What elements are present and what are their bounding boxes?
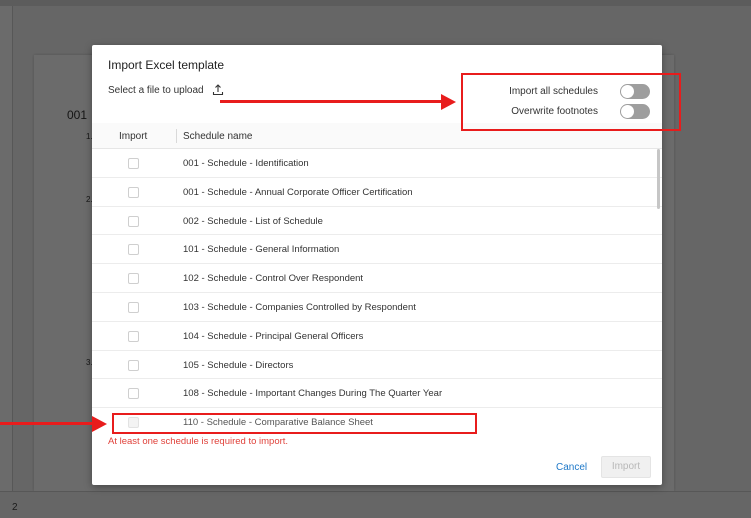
import-checkbox[interactable]: [128, 186, 139, 198]
import-checkbox[interactable]: [128, 388, 139, 400]
schedule-name: 104 - Schedule - Principal General Offic…: [183, 330, 364, 342]
modal-title: Import Excel template: [108, 58, 225, 72]
schedule-table-body[interactable]: 001 - Schedule - Identification 001 - Sc…: [92, 149, 662, 436]
table-row[interactable]: 101 - Schedule - General Information: [92, 235, 662, 265]
table-row[interactable]: 104 - Schedule - Principal General Offic…: [92, 322, 662, 351]
import-checkbox[interactable]: [128, 330, 139, 342]
import-checkbox[interactable]: [128, 215, 139, 227]
schedule-name: 001 - Schedule - Identification: [183, 158, 309, 169]
upload-label[interactable]: Select a file to upload: [108, 85, 204, 96]
import-checkbox[interactable]: [128, 301, 139, 313]
import-button[interactable]: Import: [601, 456, 651, 478]
column-header-import: Import: [119, 131, 148, 142]
import-checkbox[interactable]: [128, 158, 139, 169]
schedule-name: 101 - Schedule - General Information: [183, 244, 340, 256]
upload-icon[interactable]: [212, 84, 224, 96]
import-checkbox[interactable]: [128, 244, 139, 256]
table-row[interactable]: 108 - Schedule - Important Changes Durin…: [92, 379, 662, 409]
schedule-name: 108 - Schedule - Important Changes Durin…: [183, 388, 443, 400]
table-row[interactable]: 105 - Schedule - Directors: [92, 351, 662, 380]
schedule-name: 105 - Schedule - Directors: [183, 359, 294, 371]
table-row[interactable]: 001 - Schedule - Annual Corporate Office…: [92, 178, 662, 207]
annotation-arrow-line: [220, 100, 442, 103]
table-row[interactable]: 103 - Schedule - Companies Controlled by…: [92, 293, 662, 322]
table-row[interactable]: 102 - Schedule - Control Over Respondent: [92, 264, 662, 293]
annotation-box-last-row: [112, 413, 477, 434]
annotation-arrowhead: [92, 416, 107, 432]
table-row[interactable]: 001 - Schedule - Identification: [92, 149, 662, 178]
schedule-name: 103 - Schedule - Companies Controlled by…: [183, 301, 416, 313]
annotation-arrow-line: [0, 422, 93, 425]
table-scrollbar[interactable]: [657, 149, 660, 209]
validation-error: At least one schedule is required to imp…: [108, 436, 289, 447]
schedule-name: 002 - Schedule - List of Schedule: [183, 215, 323, 227]
column-divider: [176, 129, 177, 143]
cancel-button[interactable]: Cancel: [556, 462, 587, 473]
import-checkbox[interactable]: [128, 359, 139, 371]
schedule-name: 001 - Schedule - Annual Corporate Office…: [183, 186, 413, 198]
table-row[interactable]: 002 - Schedule - List of Schedule: [92, 207, 662, 236]
column-header-schedule-name: Schedule name: [183, 131, 253, 142]
annotation-arrowhead: [441, 94, 456, 110]
import-checkbox[interactable]: [128, 273, 139, 285]
annotation-box-toggles: [461, 73, 681, 131]
file-upload[interactable]: Select a file to upload: [108, 84, 224, 96]
schedule-name: 102 - Schedule - Control Over Respondent: [183, 273, 364, 285]
